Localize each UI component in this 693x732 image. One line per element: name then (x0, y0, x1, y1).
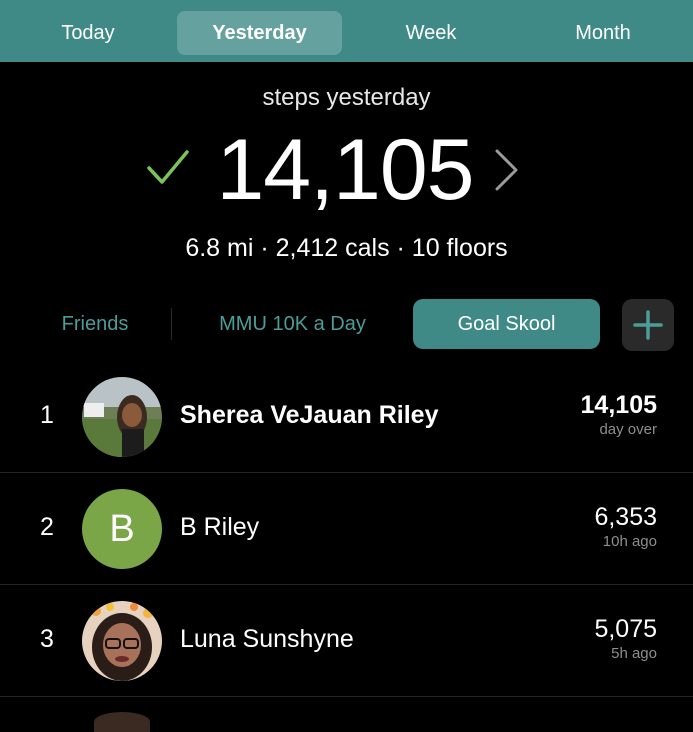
rank-number: 2 (40, 513, 54, 541)
member-name: Luna Sunshyne (180, 625, 354, 653)
avatar (94, 712, 150, 732)
total-steps: 14,105 (216, 122, 474, 218)
chevron-right-icon[interactable] (492, 148, 520, 192)
period-tab-bar: Today Yesterday Week Month (0, 0, 693, 62)
avatar (82, 377, 162, 457)
tab-today[interactable]: Today (14, 11, 162, 55)
group-goal-skool[interactable]: Goal Skool (413, 299, 600, 349)
member-steps: 14,105 (580, 391, 657, 419)
rank-number: 3 (40, 625, 54, 653)
member-name: B Riley (180, 513, 260, 541)
avatar (82, 601, 162, 681)
tab-week[interactable]: Week (358, 11, 504, 55)
activity-stats: 6.8 mi · 2,412 cals · 10 floors (185, 234, 508, 262)
member-steps: 6,353 (594, 503, 657, 531)
member-status: day over (599, 421, 657, 438)
group-friends[interactable]: Friends (18, 299, 172, 349)
member-steps: 5,075 (594, 615, 657, 643)
leaderboard-row[interactable]: 2 B B Riley 6,353 10h ago (0, 473, 693, 585)
rank-number: 1 (40, 401, 54, 429)
group-mmu-10k-a-day[interactable]: MMU 10K a Day (180, 299, 405, 349)
tab-yesterday[interactable]: Yesterday (177, 11, 342, 55)
summary-label: steps yesterday (262, 84, 431, 111)
leaderboard-row[interactable]: 1 Sherea VeJauan Riley 14,105 day over (0, 361, 693, 473)
member-status: 10h ago (602, 533, 657, 550)
avatar: B (82, 489, 162, 569)
member-name: Sherea VeJauan Riley (180, 401, 439, 429)
row-divider (0, 696, 693, 697)
plus-icon (633, 310, 663, 340)
leaderboard-row[interactable]: 3 Luna Sunshyne 5,075 5h ago (0, 585, 693, 697)
chip-divider (171, 308, 172, 340)
add-group-button[interactable] (622, 299, 674, 351)
tab-month[interactable]: Month (520, 11, 686, 55)
member-status: 5h ago (611, 645, 657, 662)
checkmark-icon (147, 150, 189, 184)
